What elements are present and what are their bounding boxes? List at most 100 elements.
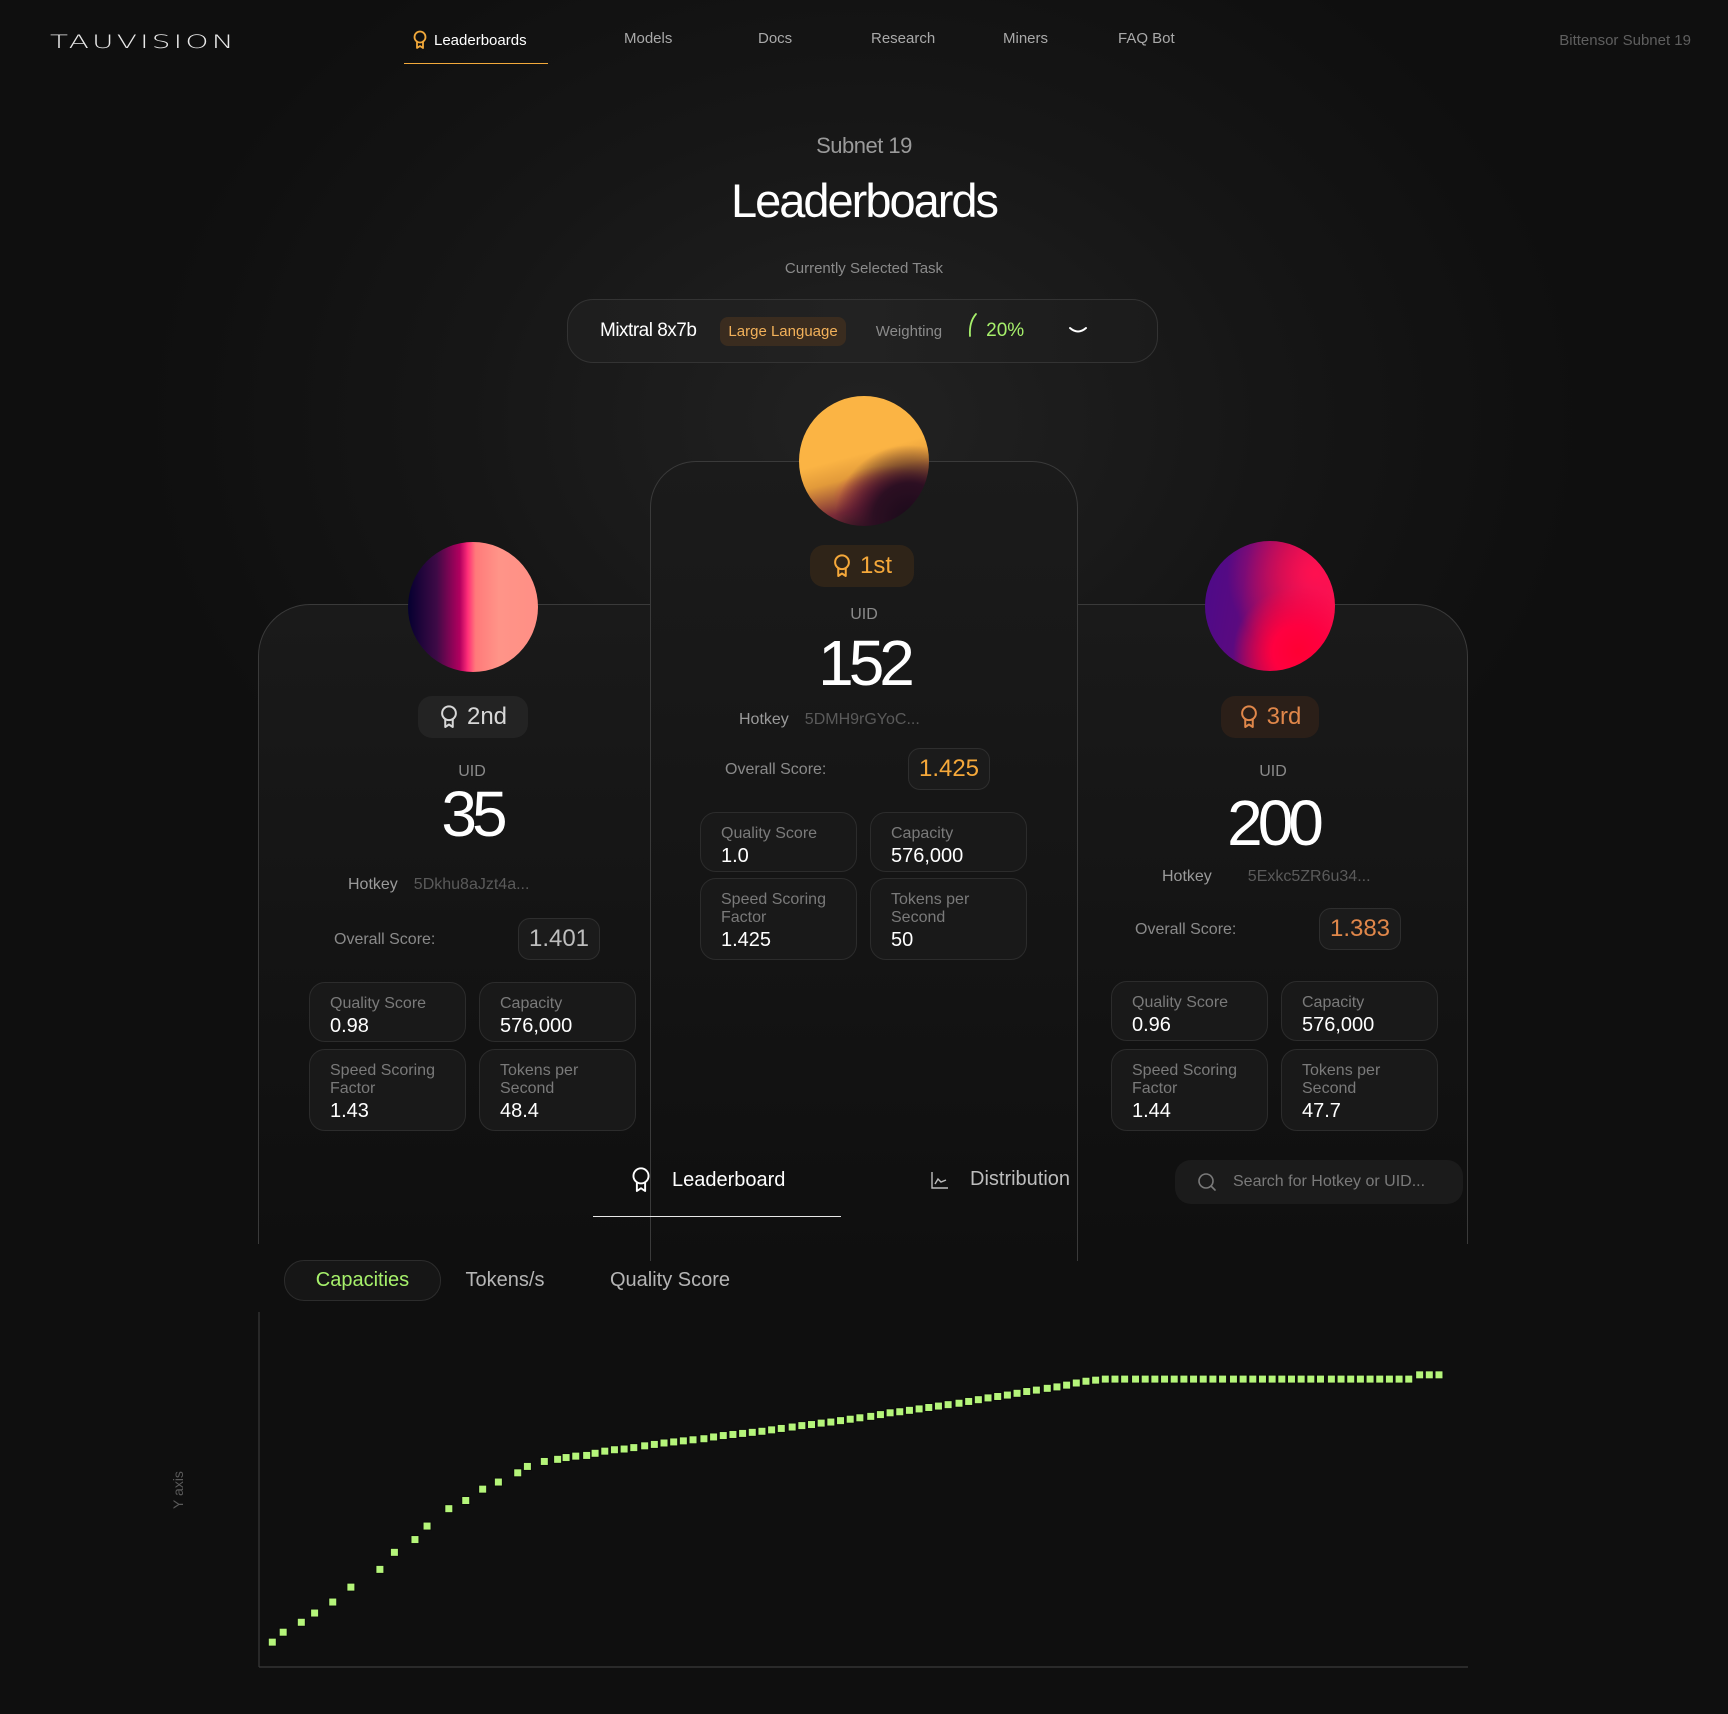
scatter-point [738, 1428, 748, 1438]
scatter-point [1042, 1383, 1052, 1393]
rank-badge-second: 2nd [418, 696, 528, 738]
stat-value: 47.7 [1302, 1100, 1341, 1122]
nav-item-research[interactable]: Research [871, 30, 935, 47]
nav-item-miners[interactable]: Miners [1003, 30, 1048, 47]
tab-active-underline [593, 1216, 841, 1217]
scatter-point [669, 1437, 679, 1447]
nav-item-faq-bot[interactable]: FAQ Bot [1118, 30, 1175, 47]
stat-label: Tokens per Second [1302, 1062, 1381, 1097]
overall-score-label: Overall Score: [334, 931, 436, 948]
stat-label: Capacity [500, 995, 563, 1012]
hotkey-label: Hotkey [1162, 868, 1212, 885]
overall-score-value: 1.383 [1319, 908, 1401, 950]
scatter-point [389, 1547, 399, 1557]
overall-score-value: 1.425 [908, 748, 990, 790]
nav-item-docs[interactable]: Docs [758, 30, 792, 47]
scatter-point [757, 1426, 767, 1436]
scatter-point [513, 1468, 523, 1478]
task-selector-dropdown[interactable]: Mixtral 8x7b Large Language Weighting 20… [567, 299, 1158, 363]
scatter-point [410, 1535, 420, 1545]
scatter-points [267, 1370, 1444, 1647]
scatter-point [688, 1435, 698, 1445]
scatter-point [375, 1564, 385, 1574]
scatter-point [1306, 1374, 1316, 1384]
scatter-point [1198, 1374, 1208, 1384]
hotkey-value[interactable]: 5Dkhu8aJzt4a... [414, 876, 530, 894]
hotkey-row: Hotkey 5Dkhu8aJzt4a... [348, 876, 529, 894]
scatter-point [797, 1421, 807, 1431]
stat-speed-scoring-factor: Speed Scoring Factor 1.425 [700, 878, 857, 960]
scatter-point [1189, 1374, 1199, 1384]
scatter-point [678, 1436, 688, 1446]
scatter-point [346, 1582, 356, 1592]
search-bar[interactable] [1175, 1160, 1463, 1204]
scatter-point [582, 1450, 592, 1460]
uid-value: 35 [441, 778, 507, 850]
stat-value: 0.98 [330, 1015, 369, 1037]
stat-label: Quality Score [721, 825, 818, 842]
tauvision-logo[interactable]: TAUVISION [50, 31, 237, 53]
scatter-point [1296, 1374, 1306, 1384]
nav-item-leaderboards[interactable]: Leaderboards [412, 30, 527, 50]
stat-value: 1.425 [721, 929, 772, 951]
scatter-point [1355, 1374, 1365, 1384]
scatter-point [875, 1410, 885, 1420]
scatter-point [776, 1423, 786, 1433]
scatter-point [1052, 1382, 1062, 1392]
scatter-point [1140, 1374, 1150, 1384]
scatter-point [522, 1461, 532, 1471]
scatter-point [1384, 1374, 1394, 1384]
search-input[interactable] [1233, 1173, 1453, 1191]
scatter-point [993, 1391, 1003, 1401]
nav-item-models[interactable]: Models [624, 30, 672, 47]
scatter-point [1131, 1374, 1141, 1384]
stat-value: 48.4 [500, 1100, 539, 1122]
scatter-point [1031, 1385, 1041, 1395]
scatter-point [600, 1446, 610, 1456]
scatter-point [1267, 1374, 1277, 1384]
hotkey-value[interactable]: 5Exkc5ZR6u34... [1248, 868, 1371, 886]
subtab-capacities[interactable]: Capacities [284, 1260, 441, 1301]
scatter-point [493, 1477, 503, 1487]
rank-label: 2nd [466, 703, 508, 730]
hotkey-label: Hotkey [739, 711, 789, 728]
stat-value: 576,000 [1302, 1014, 1375, 1036]
scatter-point [1120, 1374, 1130, 1384]
scatter-point [619, 1444, 629, 1454]
tab-label: Leaderboard [672, 1168, 786, 1191]
tab-leaderboard[interactable]: Leaderboard [630, 1166, 785, 1194]
scatter-point [885, 1408, 895, 1418]
scatter-point [1394, 1374, 1404, 1384]
scatter-point [767, 1425, 777, 1435]
rank-badge-third: 3rd [1221, 696, 1319, 738]
scatter-point [478, 1484, 488, 1494]
scatter-point [807, 1420, 817, 1430]
tab-distribution[interactable]: Distribution [930, 1168, 1070, 1191]
stat-value: 576,000 [891, 845, 964, 867]
scatter-point [1286, 1374, 1296, 1384]
scatter-point [1375, 1374, 1385, 1384]
scatter-point [461, 1496, 471, 1506]
stat-tokens-per-second: Tokens per Second 50 [870, 878, 1027, 960]
scatter-point [1091, 1375, 1101, 1385]
hotkey-value[interactable]: 5DMH9rGYoC... [805, 711, 920, 729]
stat-label: Speed Scoring Factor [330, 1062, 435, 1097]
uid-value: 200 [1227, 787, 1324, 859]
uid-label: UID [1259, 763, 1287, 780]
hotkey-row: Hotkey 5Exkc5ZR6u34... [1162, 868, 1371, 886]
award-icon [441, 705, 457, 728]
scatter-point [855, 1413, 865, 1423]
subtab-tokens-per-second[interactable]: Tokens/s [450, 1260, 560, 1301]
scatter-point [539, 1456, 549, 1466]
chevron-down-icon[interactable] [1068, 325, 1088, 337]
scatter-point [1248, 1374, 1258, 1384]
subtab-quality-score[interactable]: Quality Score [595, 1260, 745, 1301]
scatter-point [649, 1439, 659, 1449]
scatter-point [659, 1438, 669, 1448]
scatter-point [1002, 1390, 1012, 1400]
scatter-point [296, 1617, 306, 1627]
scatter-point [699, 1434, 709, 1444]
scatter-point [1277, 1374, 1287, 1384]
scatter-point [904, 1405, 914, 1415]
nav-active-underline [404, 63, 548, 64]
